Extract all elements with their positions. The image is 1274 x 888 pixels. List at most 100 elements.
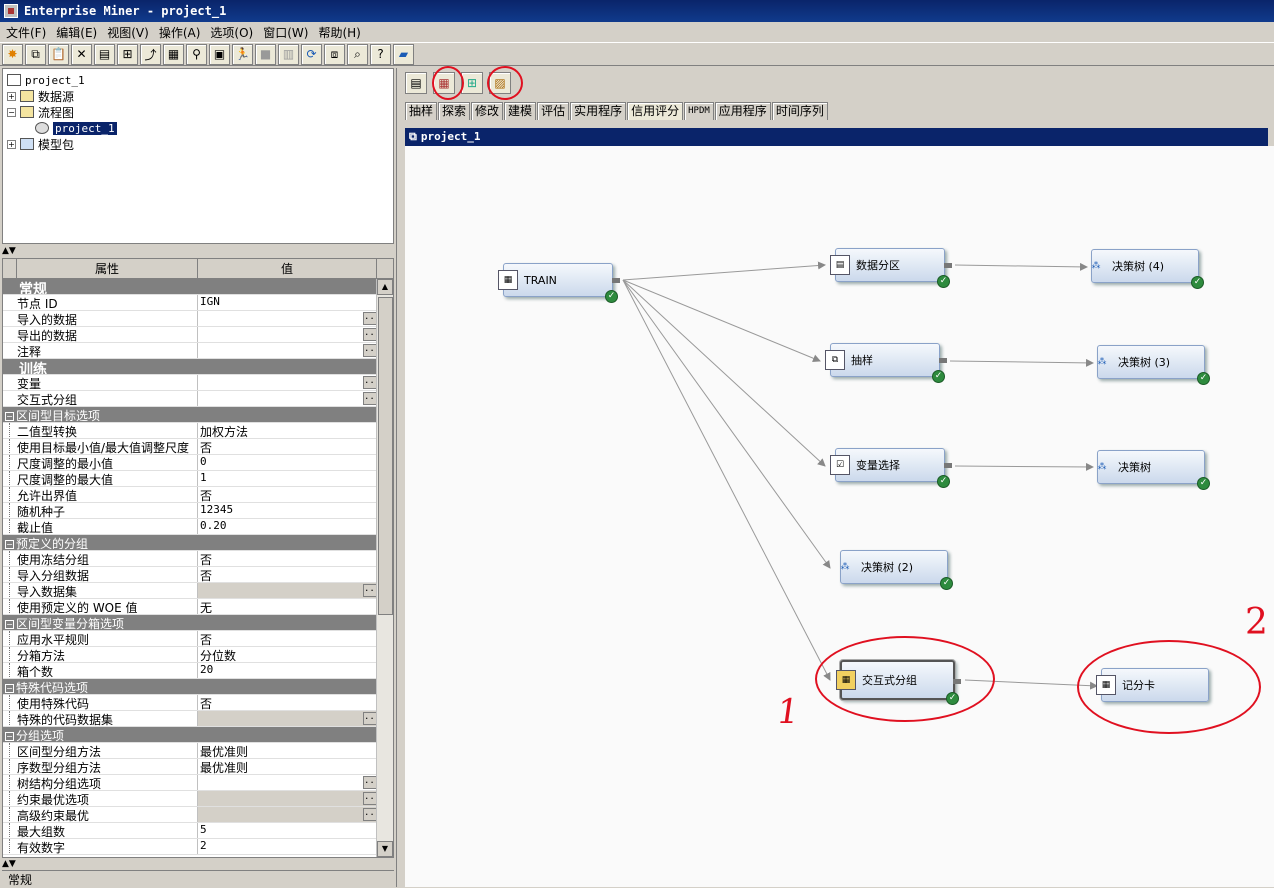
tab-assess[interactable]: 评估 [537, 102, 570, 120]
property-value[interactable]: 否 [198, 439, 377, 454]
ellipsis-button[interactable]: ... [363, 808, 377, 821]
tab-credit-scoring[interactable]: 信用评分 [627, 102, 684, 120]
property-row[interactable]: 区间型分组方法 最优准则 [3, 743, 377, 759]
property-value-header[interactable]: 值 [198, 259, 377, 278]
open-icon[interactable]: ▣ [209, 43, 230, 65]
property-value[interactable]: 加权方法 [198, 423, 377, 438]
property-value[interactable]: 无 [198, 599, 377, 614]
scroll-up-icon[interactable]: ▲ [377, 279, 393, 295]
tab-sample[interactable]: 抽样 [405, 102, 438, 120]
tab-applications[interactable]: 应用程序 [714, 102, 771, 120]
property-value[interactable]: 1 [198, 471, 377, 486]
help-icon[interactable]: ? [370, 43, 391, 65]
property-row[interactable]: 导入数据集... [3, 583, 377, 599]
notes-icon[interactable]: ▦ [163, 43, 184, 65]
property-group[interactable]: − 区间型目标选项 [3, 407, 377, 423]
property-value[interactable]: ... [198, 311, 377, 326]
property-value[interactable]: 0 [198, 455, 377, 470]
menu-help[interactable]: 帮助(H) [316, 24, 368, 41]
node-partition[interactable]: ▤ 数据分区 ✓ [830, 248, 952, 288]
property-value[interactable]: 2 [198, 839, 377, 854]
menu-view[interactable]: 视图(V) [105, 24, 157, 41]
output-port[interactable] [944, 263, 952, 268]
diagram-canvas[interactable]: ▦ TRAIN ✓ ▤ 数据分区 ✓ ⧉ 抽样 ✓ ☑ 变量选择 ✓ ⁂ 决策树… [405, 146, 1274, 887]
property-value[interactable]: IGN [198, 295, 377, 310]
tab-modify[interactable]: 修改 [471, 102, 504, 120]
search-icon[interactable]: ⌕ [347, 43, 368, 65]
property-row[interactable]: 使用冻结分组 否 [3, 551, 377, 567]
property-row[interactable]: 变量... [3, 375, 377, 391]
property-row[interactable]: 允许出界值 否 [3, 487, 377, 503]
ellipsis-button[interactable]: ... [363, 776, 377, 789]
results-icon[interactable]: ▥ [278, 43, 299, 65]
notes-icon[interactable]: ▤ [405, 72, 427, 94]
property-row[interactable]: 使用目标最小值/最大值调整尺度否 [3, 439, 377, 455]
property-value[interactable]: 否 [198, 695, 377, 710]
collapse-icon[interactable]: − [5, 540, 14, 549]
ellipsis-button[interactable]: ... [363, 792, 377, 805]
property-value[interactable]: ... [198, 343, 377, 358]
property-value[interactable]: 12345 [198, 503, 377, 518]
property-value[interactable]: 否 [198, 567, 377, 582]
output-port[interactable] [612, 278, 620, 283]
property-row[interactable]: 交互式分组... [3, 391, 377, 407]
tree-item-diagram-project[interactable]: project_1 [7, 120, 389, 136]
paste-icon[interactable]: 📋 [48, 43, 69, 65]
property-row[interactable]: 导入的数据... [3, 311, 377, 327]
collapse-icon[interactable]: − [7, 107, 16, 117]
explore-icon[interactable]: ⚲ [186, 43, 207, 65]
tree-root[interactable]: project_1 [7, 72, 389, 88]
property-value[interactable]: 20 [198, 663, 377, 678]
property-row[interactable]: 高级约束最优... [3, 807, 377, 823]
property-row[interactable]: 导入分组数据 否 [3, 567, 377, 583]
property-group[interactable]: − 区间型变量分箱选项 [3, 615, 377, 631]
menu-file[interactable]: 文件(F) [4, 24, 54, 41]
book-icon[interactable]: ▰ [393, 43, 414, 65]
vertical-splitter[interactable] [396, 68, 400, 887]
tree-item-model-packages[interactable]: + 模型包 [7, 136, 389, 152]
property-row[interactable]: 约束最优选项... [3, 791, 377, 807]
diagram-icon[interactable]: ⊞ [117, 43, 138, 65]
property-value[interactable]: 否 [198, 551, 377, 566]
property-value[interactable]: ... [198, 583, 377, 598]
ellipsis-button[interactable]: ... [363, 712, 377, 725]
property-row[interactable]: 尺度调整的最小值 0 [3, 455, 377, 471]
property-value[interactable]: ... [198, 391, 377, 406]
tab-hpdm[interactable]: HPDM [684, 102, 714, 120]
menu-window[interactable]: 窗口(W) [261, 24, 316, 41]
property-row[interactable]: 应用水平规则 否 [3, 631, 377, 647]
stop-icon[interactable]: ■ [255, 43, 276, 65]
property-row[interactable]: 树结构分组选项... [3, 775, 377, 791]
tab-explore[interactable]: 探索 [438, 102, 471, 120]
tree-item-datasource[interactable]: + 数据源 [7, 88, 389, 104]
property-row[interactable]: 有效数字 2 [3, 839, 377, 855]
property-group[interactable]: − 预定义的分组 [3, 535, 377, 551]
tab-time-series[interactable]: 时间序列 [771, 102, 828, 120]
add-node-icon[interactable]: ⊞ [461, 72, 483, 94]
collapse-icon[interactable]: − [5, 684, 14, 693]
properties-scrollbar[interactable]: ▲ ▼ [376, 279, 393, 857]
tab-utility[interactable]: 实用程序 [570, 102, 627, 120]
collapse-icon[interactable]: − [5, 620, 14, 629]
property-row[interactable]: 序数型分组方法 最优准则 [3, 759, 377, 775]
property-value[interactable]: ... [198, 711, 377, 726]
property-group[interactable]: − 分组选项 [3, 727, 377, 743]
property-row[interactable]: 箱个数 20 [3, 663, 377, 679]
property-value[interactable]: 否 [198, 487, 377, 502]
menu-edit[interactable]: 编辑(E) [54, 24, 105, 41]
window-icon[interactable]: ⧈ [324, 43, 345, 65]
property-value[interactable]: 0.20 [198, 519, 377, 534]
property-section[interactable]: 训练 [3, 359, 377, 375]
property-row[interactable]: 分箱方法 分位数 [3, 647, 377, 663]
property-section[interactable]: 常规 [3, 279, 377, 295]
collapse-icon[interactable]: − [5, 412, 14, 421]
expand-icon[interactable]: + [7, 91, 16, 101]
splitter-arrows[interactable]: ▲▼ [2, 245, 394, 257]
properties-icon[interactable]: ▤ [94, 43, 115, 65]
property-value[interactable]: 否 [198, 631, 377, 646]
copy-icon[interactable]: ⧉ [25, 43, 46, 65]
property-value[interactable]: 分位数 [198, 647, 377, 662]
output-port[interactable] [939, 358, 947, 363]
property-row[interactable]: 使用预定义的 WOE 值 无 [3, 599, 377, 615]
node-train[interactable]: ▦ TRAIN ✓ [498, 263, 620, 303]
